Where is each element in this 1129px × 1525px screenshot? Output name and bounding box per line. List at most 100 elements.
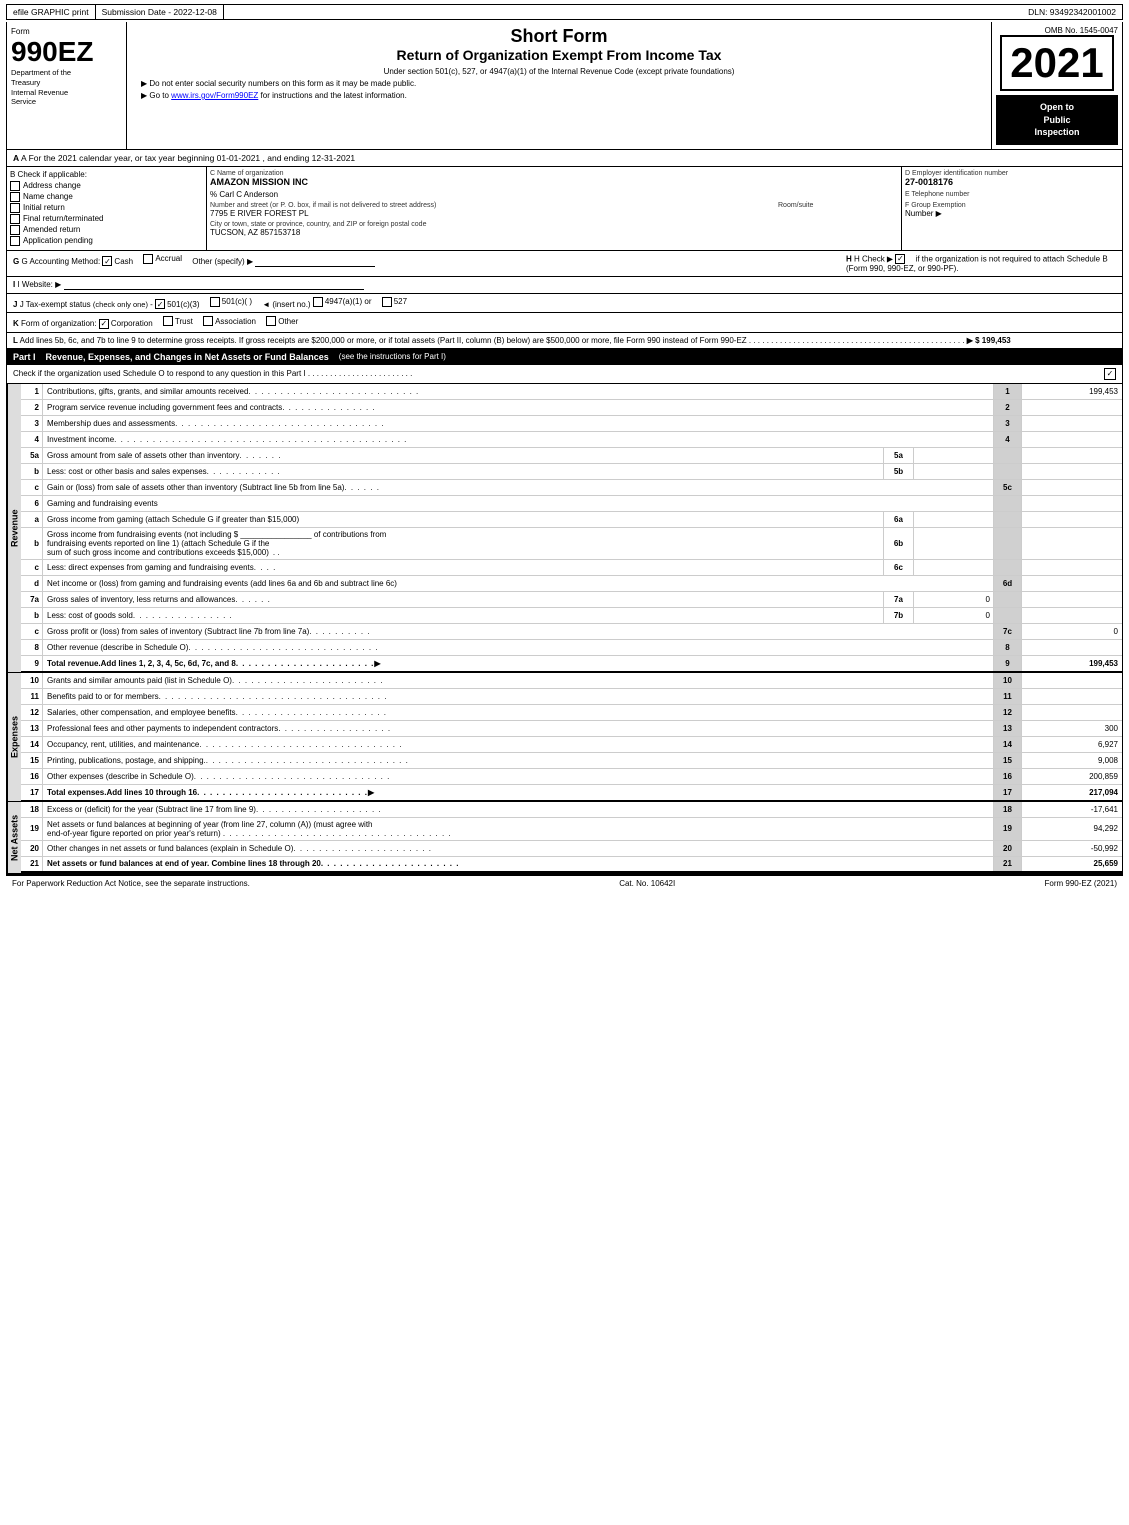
row-num: c [21,624,43,639]
accrual-checkbox[interactable] [143,254,153,264]
table-row: a Gross income from gaming (attach Sched… [21,512,1122,528]
sub-label: 5b [884,464,914,479]
h-checkbox[interactable]: ✓ [895,254,905,264]
j-527-cb[interactable] [382,297,392,307]
mid-box [914,528,994,559]
application-pending-label: Application pending [23,236,93,245]
row-amount [1022,608,1122,623]
k-corp-cb[interactable]: ✓ [99,319,109,329]
row-num: 8 [21,640,43,655]
row-num: b [21,528,43,559]
j-4947: 4947(a)(1) or [313,297,372,307]
row-desc: Less: cost or other basis and sales expe… [43,464,884,479]
cash-checkbox[interactable]: ✓ [102,256,112,266]
table-row: d Net income or (loss) from gaming and f… [21,576,1122,592]
j-501c-cb[interactable] [210,297,220,307]
address-change-checkbox[interactable] [10,181,20,191]
short-form-title: Short Form [131,26,987,47]
table-row: 10 Grants and similar amounts paid (list… [21,673,1122,689]
row-amount: 9,008 [1022,753,1122,768]
amended-return-checkbox[interactable] [10,225,20,235]
sub-label: 7b [884,608,914,623]
row-num: 7a [21,592,43,607]
note2: ▶ Go to www.irs.gov/Form990EZ for instru… [131,91,987,100]
row-amount: -50,992 [1022,841,1122,856]
row-line-num: 17 [994,785,1022,800]
irs-link[interactable]: www.irs.gov/Form990EZ [171,91,258,100]
schedule-o-checkbox[interactable]: ✓ [1104,368,1116,380]
cb-address-change: Address change [10,181,203,191]
k-assoc-cb[interactable] [203,316,213,326]
care-of: % Carl C Anderson [210,190,898,199]
mid-box [914,512,994,527]
application-pending-checkbox[interactable] [10,236,20,246]
row-6b-line3: sum of such gross income and contributio… [47,548,280,557]
row-line-num: 19 [994,818,1022,840]
table-row: 15 Printing, publications, postage, and … [21,753,1122,769]
row-line-num: 16 [994,769,1022,784]
row-amount: 6,927 [1022,737,1122,752]
j-527: 527 [382,297,407,307]
row-i: I I Website: ▶ [7,277,1122,294]
row-num: a [21,512,43,527]
row-desc: Gross income from gaming (attach Schedul… [43,512,884,527]
name-change-checkbox[interactable] [10,192,20,202]
table-row: 6 Gaming and fundraising events [21,496,1122,512]
table-row: 18 Excess or (deficit) for the year (Sub… [21,802,1122,818]
k-trust: Trust [163,316,193,326]
group-exemption: F Group Exemption Number ▶ [905,202,1119,218]
efile-label: efile GRAPHIC print [7,5,96,19]
j-4947-cb[interactable] [313,297,323,307]
row-desc: Gross profit or (loss) from sales of inv… [43,624,994,639]
row-line-num: 5c [994,480,1022,495]
table-row: 3 Membership dues and assessments . . . … [21,416,1122,432]
row-num: b [21,464,43,479]
row-line-num [994,592,1022,607]
row-line-num: 14 [994,737,1022,752]
sub-label: 6b [884,528,914,559]
row-l-text: Add lines 5b, 6c, and 7b to line 9 to de… [20,336,965,345]
row-6b-desc: Gross income from fundraising events (no… [47,530,386,539]
row-desc: Total expenses. Add lines 10 through 16 … [43,785,994,800]
table-row: b Gross income from fundraising events (… [21,528,1122,560]
part-i-instructions: Check if the organization used Schedule … [7,365,1122,384]
row-num: 6 [21,496,43,511]
row-num: 15 [21,753,43,768]
row-desc: Occupancy, rent, utilities, and maintena… [43,737,994,752]
row-num: 17 [21,785,43,800]
row-amount: 25,659 [1022,857,1122,871]
row-amount: -17,641 [1022,802,1122,817]
ein-value: 27-0018176 [905,177,1119,187]
row-amount [1022,496,1122,511]
row-num: c [21,560,43,575]
row-desc: Salaries, other compensation, and employ… [43,705,994,720]
cb-initial-return: Initial return [10,203,203,213]
section-b: B Check if applicable: Address change Na… [7,167,207,250]
row-desc: Gaming and fundraising events [43,496,994,511]
row-amount: 217,094 [1022,785,1122,800]
row-num: 19 [21,818,43,840]
row-line-num [994,608,1022,623]
k-other-cb[interactable] [266,316,276,326]
cb-amended-return: Amended return [10,225,203,235]
row-line-num: 9 [994,656,1022,671]
row-amount [1022,689,1122,704]
row-6b-line2: fundraising events reported on line 1) (… [47,539,269,548]
form-body: B Check if applicable: Address change Na… [6,167,1123,875]
revenue-label: Revenue [7,384,21,672]
row-line-num [994,496,1022,511]
row-desc: Program service revenue including govern… [43,400,994,415]
final-return-checkbox[interactable] [10,214,20,224]
paperwork-notice: For Paperwork Reduction Act Notice, see … [12,879,250,888]
row-gh: G G Accounting Method: ✓ Cash Accrual Ot… [7,251,1122,277]
form-number: 990EZ [11,36,122,68]
row-line-num: 1 [994,384,1022,399]
initial-return-checkbox[interactable] [10,203,20,213]
table-row: 12 Salaries, other compensation, and emp… [21,705,1122,721]
k-trust-cb[interactable] [163,316,173,326]
row-h: H H Check ▶ ✓ if the organization is not… [836,254,1116,273]
j-501c3-cb[interactable]: ✓ [155,299,165,309]
section-c: C Name of organization AMAZON MISSION IN… [207,167,902,250]
table-row: 7a Gross sales of inventory, less return… [21,592,1122,608]
row-amount [1022,673,1122,688]
